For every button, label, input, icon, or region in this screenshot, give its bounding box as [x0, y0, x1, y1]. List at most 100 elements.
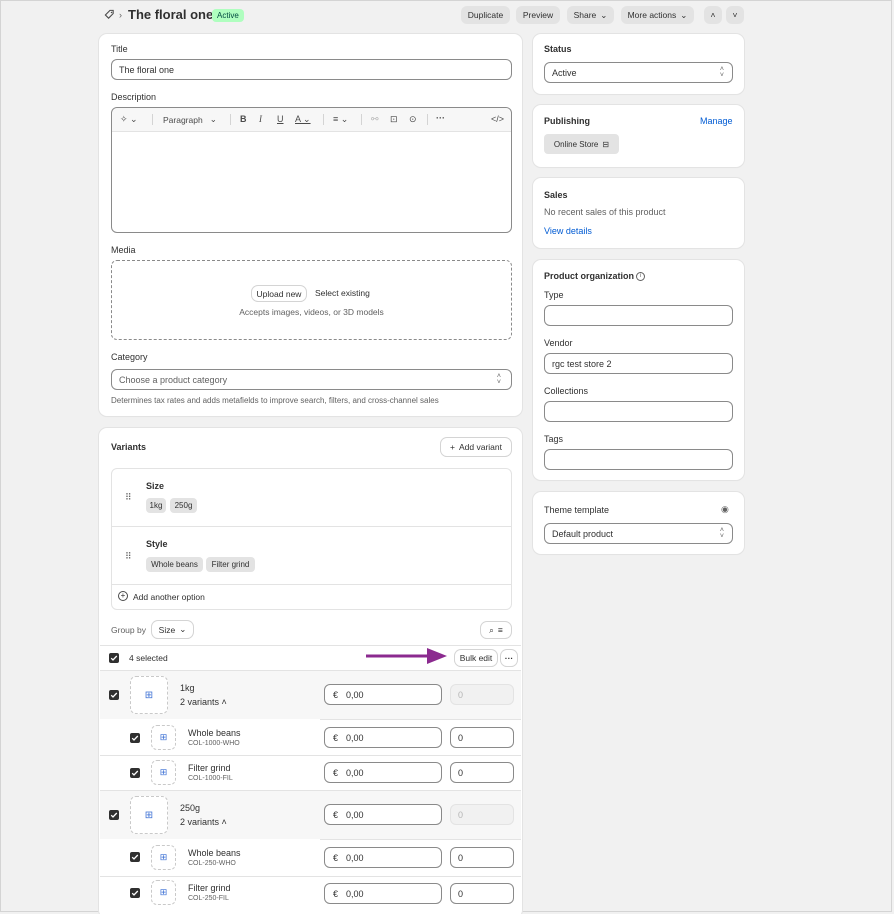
- next-product-button[interactable]: ˅: [726, 6, 744, 24]
- magic-format-icon[interactable]: ✧ ⌄: [120, 114, 138, 125]
- previous-product-button[interactable]: ˄: [704, 6, 722, 24]
- price-input[interactable]: €0,00: [324, 804, 442, 825]
- media-hint: Accepts images, videos, or 3D models: [239, 307, 384, 317]
- code-icon[interactable]: </>: [491, 114, 504, 124]
- paragraph-format-select[interactable]: Paragraph ⌄: [163, 114, 217, 125]
- select-arrows-icon: ˄ ˅: [719, 65, 724, 79]
- search-filter-button[interactable]: ⌕ ≡: [481, 622, 511, 638]
- select-arrows-icon: ˄ ˅: [496, 372, 501, 386]
- price-input[interactable]: €0,00: [324, 762, 442, 783]
- quantity-input[interactable]: 0: [450, 847, 514, 868]
- variant-image-placeholder[interactable]: ⊞: [151, 760, 176, 785]
- price-input[interactable]: €0,00: [324, 727, 442, 748]
- select-all-checkbox[interactable]: [109, 653, 119, 663]
- price-input[interactable]: €0,00: [324, 684, 442, 705]
- annotation-arrow: [366, 648, 447, 664]
- bold-icon[interactable]: B: [240, 114, 247, 124]
- video-icon[interactable]: ⊙: [409, 114, 417, 125]
- theme-template-select[interactable]: Default product ˄ ˅: [544, 523, 733, 544]
- group-variant-count[interactable]: 2 variants ˄: [180, 697, 227, 707]
- status-select[interactable]: Active ˄ ˅: [544, 62, 733, 83]
- option-value-chip: 1kg: [146, 498, 166, 513]
- variant-checkbox[interactable]: [130, 852, 140, 862]
- option-name: Size: [146, 481, 165, 491]
- divider: [112, 526, 511, 527]
- share-button[interactable]: Share ⌄: [567, 6, 614, 24]
- group-by-select[interactable]: Size ⌄: [152, 621, 193, 638]
- price-value: 0,00: [346, 852, 364, 863]
- sales-label: Sales: [544, 190, 568, 200]
- info-icon[interactable]: i: [636, 272, 645, 281]
- variant-count-label: 2 variants: [180, 697, 220, 707]
- drag-handle-icon[interactable]: ⠿: [125, 551, 132, 562]
- duplicate-button[interactable]: Duplicate: [461, 6, 510, 24]
- select-arrows-icon: ˄ ˅: [719, 526, 724, 540]
- vendor-label: Vendor: [544, 338, 573, 348]
- variant-checkbox[interactable]: [130, 888, 140, 898]
- theme-template-label: Theme template: [544, 505, 610, 515]
- type-input[interactable]: [544, 305, 733, 326]
- add-image-icon: ⊞: [159, 732, 168, 742]
- vendor-input[interactable]: rgc test store 2: [544, 353, 733, 374]
- image-icon[interactable]: ⊡: [390, 114, 398, 125]
- add-another-option-link[interactable]: Add another option: [133, 592, 205, 602]
- breadcrumb-chevron-icon: ›: [119, 10, 122, 20]
- divider: [100, 645, 521, 646]
- drag-handle-icon[interactable]: ⠿: [125, 492, 132, 503]
- add-variant-label: Add variant: [458, 442, 502, 452]
- divider: [100, 755, 521, 756]
- toolbar-divider: [361, 114, 362, 125]
- quantity-input[interactable]: 0: [450, 727, 514, 748]
- type-label: Type: [544, 290, 564, 300]
- view-details-link[interactable]: View details: [544, 226, 592, 236]
- publishing-label: Publishing: [544, 116, 590, 126]
- link-icon[interactable]: ⚯: [371, 114, 379, 125]
- collections-input[interactable]: [544, 401, 733, 422]
- group-checkbox[interactable]: [109, 810, 119, 820]
- price-value: 0,00: [346, 888, 364, 899]
- preview-button[interactable]: Preview: [516, 6, 560, 24]
- variant-image-placeholder[interactable]: ⊞: [151, 845, 176, 870]
- underline-icon[interactable]: U: [277, 114, 284, 124]
- align-icon[interactable]: ≡ ⌄: [333, 114, 348, 125]
- variant-image-placeholder[interactable]: ⊞: [151, 725, 176, 750]
- variant-checkbox[interactable]: [130, 733, 140, 743]
- quantity-input[interactable]: 0: [450, 762, 514, 783]
- more-horizontal-icon[interactable]: ···: [436, 113, 445, 123]
- upload-new-button[interactable]: Upload new: [252, 286, 306, 301]
- quantity-input[interactable]: 0: [450, 883, 514, 904]
- variant-image-placeholder[interactable]: ⊞: [151, 880, 176, 905]
- description-editor[interactable]: [111, 107, 512, 233]
- price-input[interactable]: €0,00: [324, 847, 442, 868]
- add-image-icon: ⊞: [159, 767, 168, 777]
- variant-checkbox[interactable]: [130, 768, 140, 778]
- manage-link[interactable]: Manage: [700, 116, 733, 126]
- share-label: Share: [573, 10, 597, 20]
- title-input[interactable]: The floral one: [111, 59, 512, 80]
- price-value: 0,00: [346, 689, 364, 700]
- select-existing-link[interactable]: Select existing: [315, 288, 370, 298]
- search-icon: ⌕: [489, 624, 494, 635]
- add-circle-icon: +: [118, 591, 128, 601]
- more-options-button[interactable]: ···: [501, 650, 517, 666]
- category-select[interactable]: Choose a product category ˄ ˅: [111, 369, 512, 390]
- group-checkbox[interactable]: [109, 690, 119, 700]
- add-variant-button[interactable]: + Add variant: [441, 438, 511, 456]
- more-actions-button[interactable]: More actions ⌄: [621, 6, 694, 24]
- tags-input[interactable]: [544, 449, 733, 470]
- price-input[interactable]: €0,00: [324, 883, 442, 904]
- variant-image-placeholder[interactable]: ⊞: [130, 796, 168, 834]
- group-by-value: Size: [158, 624, 176, 635]
- variant-image-placeholder[interactable]: ⊞: [130, 676, 168, 714]
- group-variant-count[interactable]: 2 variants ˄: [180, 817, 227, 827]
- collections-label: Collections: [544, 386, 589, 396]
- text-color-icon[interactable]: A ⌄: [295, 114, 311, 125]
- italic-icon[interactable]: I: [259, 114, 262, 124]
- media-dropzone[interactable]: [111, 260, 512, 340]
- eye-icon[interactable]: ◉: [721, 504, 729, 515]
- status-badge: Active: [212, 9, 244, 22]
- variant-sku: COL-250-WHO: [188, 860, 236, 867]
- bulk-edit-button[interactable]: Bulk edit: [455, 650, 497, 666]
- toolbar-divider: [323, 114, 324, 125]
- duplicate-label: Duplicate: [467, 10, 504, 20]
